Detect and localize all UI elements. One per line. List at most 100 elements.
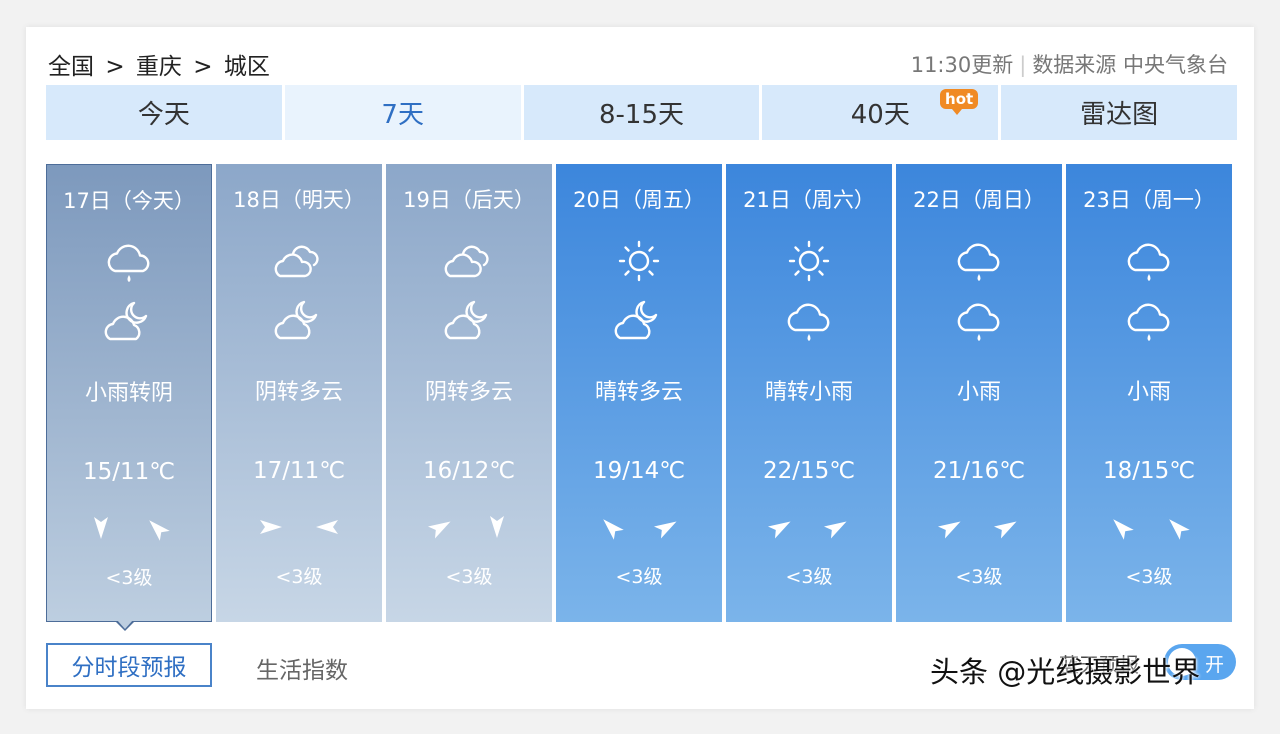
tab-8-15day[interactable]: 8-15天 — [523, 85, 760, 140]
day-column[interactable]: 22日（周日） 小雨 21/16℃ <3级 — [896, 164, 1062, 622]
forecast-tabs: 今天 7天 8-15天 40天 hot 雷达图 — [46, 85, 1237, 140]
temperature-range: 18/15℃ — [1102, 458, 1196, 484]
daily-forecast: 17日（今天） 小雨转阴 15/11℃ <3级 18日（明天） 阴转多云 17/… — [46, 164, 1232, 622]
breadcrumb-separator: > — [105, 54, 125, 80]
tab-40day[interactable]: 40天 hot — [762, 85, 999, 140]
day-column[interactable]: 20日（周五） 晴转多云 19/14℃ <3级 — [556, 164, 722, 622]
breadcrumb: 全国 > 重庆 > 城区 — [48, 47, 274, 81]
wind-arrow-icon — [764, 510, 798, 548]
partly-cloudy-night-icon — [271, 296, 327, 346]
sun-icon — [611, 236, 667, 286]
life-index-tab[interactable]: 生活指数 — [256, 651, 348, 685]
weather-description: 晴转多云 — [594, 380, 683, 405]
partly-cloudy-night-icon — [441, 296, 497, 346]
wind-directions — [726, 510, 892, 548]
selected-day-pointer — [115, 620, 135, 631]
tab-label: 雷达图 — [1080, 100, 1159, 130]
update-info: 11:30更新 | 数据来源 中央气象台 — [911, 49, 1228, 79]
day-column[interactable]: 19日（后天） 阴转多云 16/12℃ <3级 — [386, 164, 552, 622]
wind-level: <3级 — [615, 566, 663, 588]
day-date: 20日（周五） — [573, 188, 705, 212]
sun-icon — [781, 236, 837, 286]
tab-today[interactable]: 今天 — [46, 85, 282, 140]
breadcrumb-district[interactable]: 城区 — [224, 54, 270, 80]
temperature-range: 21/16℃ — [932, 458, 1026, 484]
rain-cloud-icon — [951, 296, 1007, 346]
weather-description: 小雨 — [956, 380, 1001, 405]
rain-cloud-icon — [951, 236, 1007, 286]
wind-directions — [386, 510, 552, 548]
rain-cloud-icon — [1121, 296, 1177, 346]
day-date: 17日（今天） — [63, 189, 195, 213]
wind-level: <3级 — [785, 566, 833, 588]
hourly-forecast-tab[interactable]: 分时段预报 — [46, 643, 212, 687]
weather-description: 小雨转阴 — [84, 381, 173, 406]
wind-arrow-icon — [310, 510, 344, 548]
partly-cloudy-night-icon — [101, 297, 157, 347]
temperature-range: 17/11℃ — [252, 458, 346, 484]
wind-arrow-icon — [934, 510, 968, 548]
source-label: 数据来源 — [1032, 53, 1117, 77]
rain-cloud-icon — [781, 296, 837, 346]
wind-arrow-icon — [84, 511, 118, 549]
breadcrumb-separator: > — [193, 54, 213, 80]
wind-arrow-icon — [650, 510, 684, 548]
day-column[interactable]: 17日（今天） 小雨转阴 15/11℃ <3级 — [46, 164, 212, 622]
toggle-label: 开 — [1204, 654, 1224, 676]
watermark: 头条 @光线摄影世界 — [930, 655, 1201, 689]
tab-label: 8-15天 — [598, 100, 684, 130]
day-column[interactable]: 18日（明天） 阴转多云 17/11℃ <3级 — [216, 164, 382, 622]
wind-directions — [556, 510, 722, 548]
wind-level: <3级 — [1125, 566, 1173, 588]
weather-card: 全国 > 重庆 > 城区 11:30更新 | 数据来源 中央气象台 今天 7天 8-… — [26, 27, 1254, 709]
divider: | — [1019, 53, 1027, 77]
day-date: 19日（后天） — [403, 188, 535, 212]
weather-description: 晴转小雨 — [764, 380, 853, 405]
overcast-icon — [441, 236, 497, 286]
wind-directions — [47, 511, 211, 549]
weather-description: 小雨 — [1126, 380, 1171, 405]
partly-cloudy-night-icon — [611, 296, 667, 346]
update-time: 11:30更新 — [910, 53, 1014, 77]
hot-badge: hot — [940, 89, 979, 115]
wind-level: <3级 — [105, 567, 153, 589]
day-date: 21日（周六） — [743, 188, 875, 212]
wind-arrow-icon — [424, 510, 458, 548]
tab-label: 40天 — [850, 100, 910, 130]
wind-arrow-icon — [1160, 510, 1194, 548]
wind-arrow-icon — [140, 511, 174, 549]
breadcrumb-city[interactable]: 重庆 — [136, 54, 182, 80]
wind-directions — [896, 510, 1062, 548]
overcast-icon — [271, 236, 327, 286]
wind-level: <3级 — [275, 566, 323, 588]
day-column[interactable]: 23日（周一） 小雨 18/15℃ <3级 — [1066, 164, 1232, 622]
day-date: 18日（明天） — [233, 188, 365, 212]
wind-arrow-icon — [594, 510, 628, 548]
wind-arrow-icon — [820, 510, 854, 548]
wind-level: <3级 — [955, 566, 1003, 588]
day-column[interactable]: 21日（周六） 晴转小雨 22/15℃ <3级 — [726, 164, 892, 622]
tab-radar[interactable]: 雷达图 — [1001, 85, 1237, 140]
temperature-range: 15/11℃ — [82, 459, 176, 485]
temperature-range: 22/15℃ — [762, 458, 856, 484]
tab-label: 今天 — [137, 100, 190, 130]
weather-description: 阴转多云 — [424, 380, 513, 405]
wind-level: <3级 — [445, 566, 493, 588]
wind-arrow-icon — [990, 510, 1024, 548]
rain-cloud-icon — [101, 237, 157, 287]
wind-directions — [216, 510, 382, 548]
wind-arrow-icon — [1104, 510, 1138, 548]
wind-arrow-icon — [480, 510, 514, 548]
source-name: 中央气象台 — [1123, 53, 1228, 77]
tab-7day[interactable]: 7天 — [284, 85, 521, 140]
day-date: 22日（周日） — [913, 188, 1045, 212]
temperature-range: 19/14℃ — [592, 458, 686, 484]
tab-label: 7天 — [381, 100, 424, 130]
temperature-range: 16/12℃ — [422, 458, 516, 484]
breadcrumb-country[interactable]: 全国 — [48, 54, 94, 80]
weather-description: 阴转多云 — [254, 380, 343, 405]
rain-cloud-icon — [1121, 236, 1177, 286]
wind-arrow-icon — [254, 510, 288, 548]
wind-directions — [1066, 510, 1232, 548]
day-date: 23日（周一） — [1083, 188, 1215, 212]
